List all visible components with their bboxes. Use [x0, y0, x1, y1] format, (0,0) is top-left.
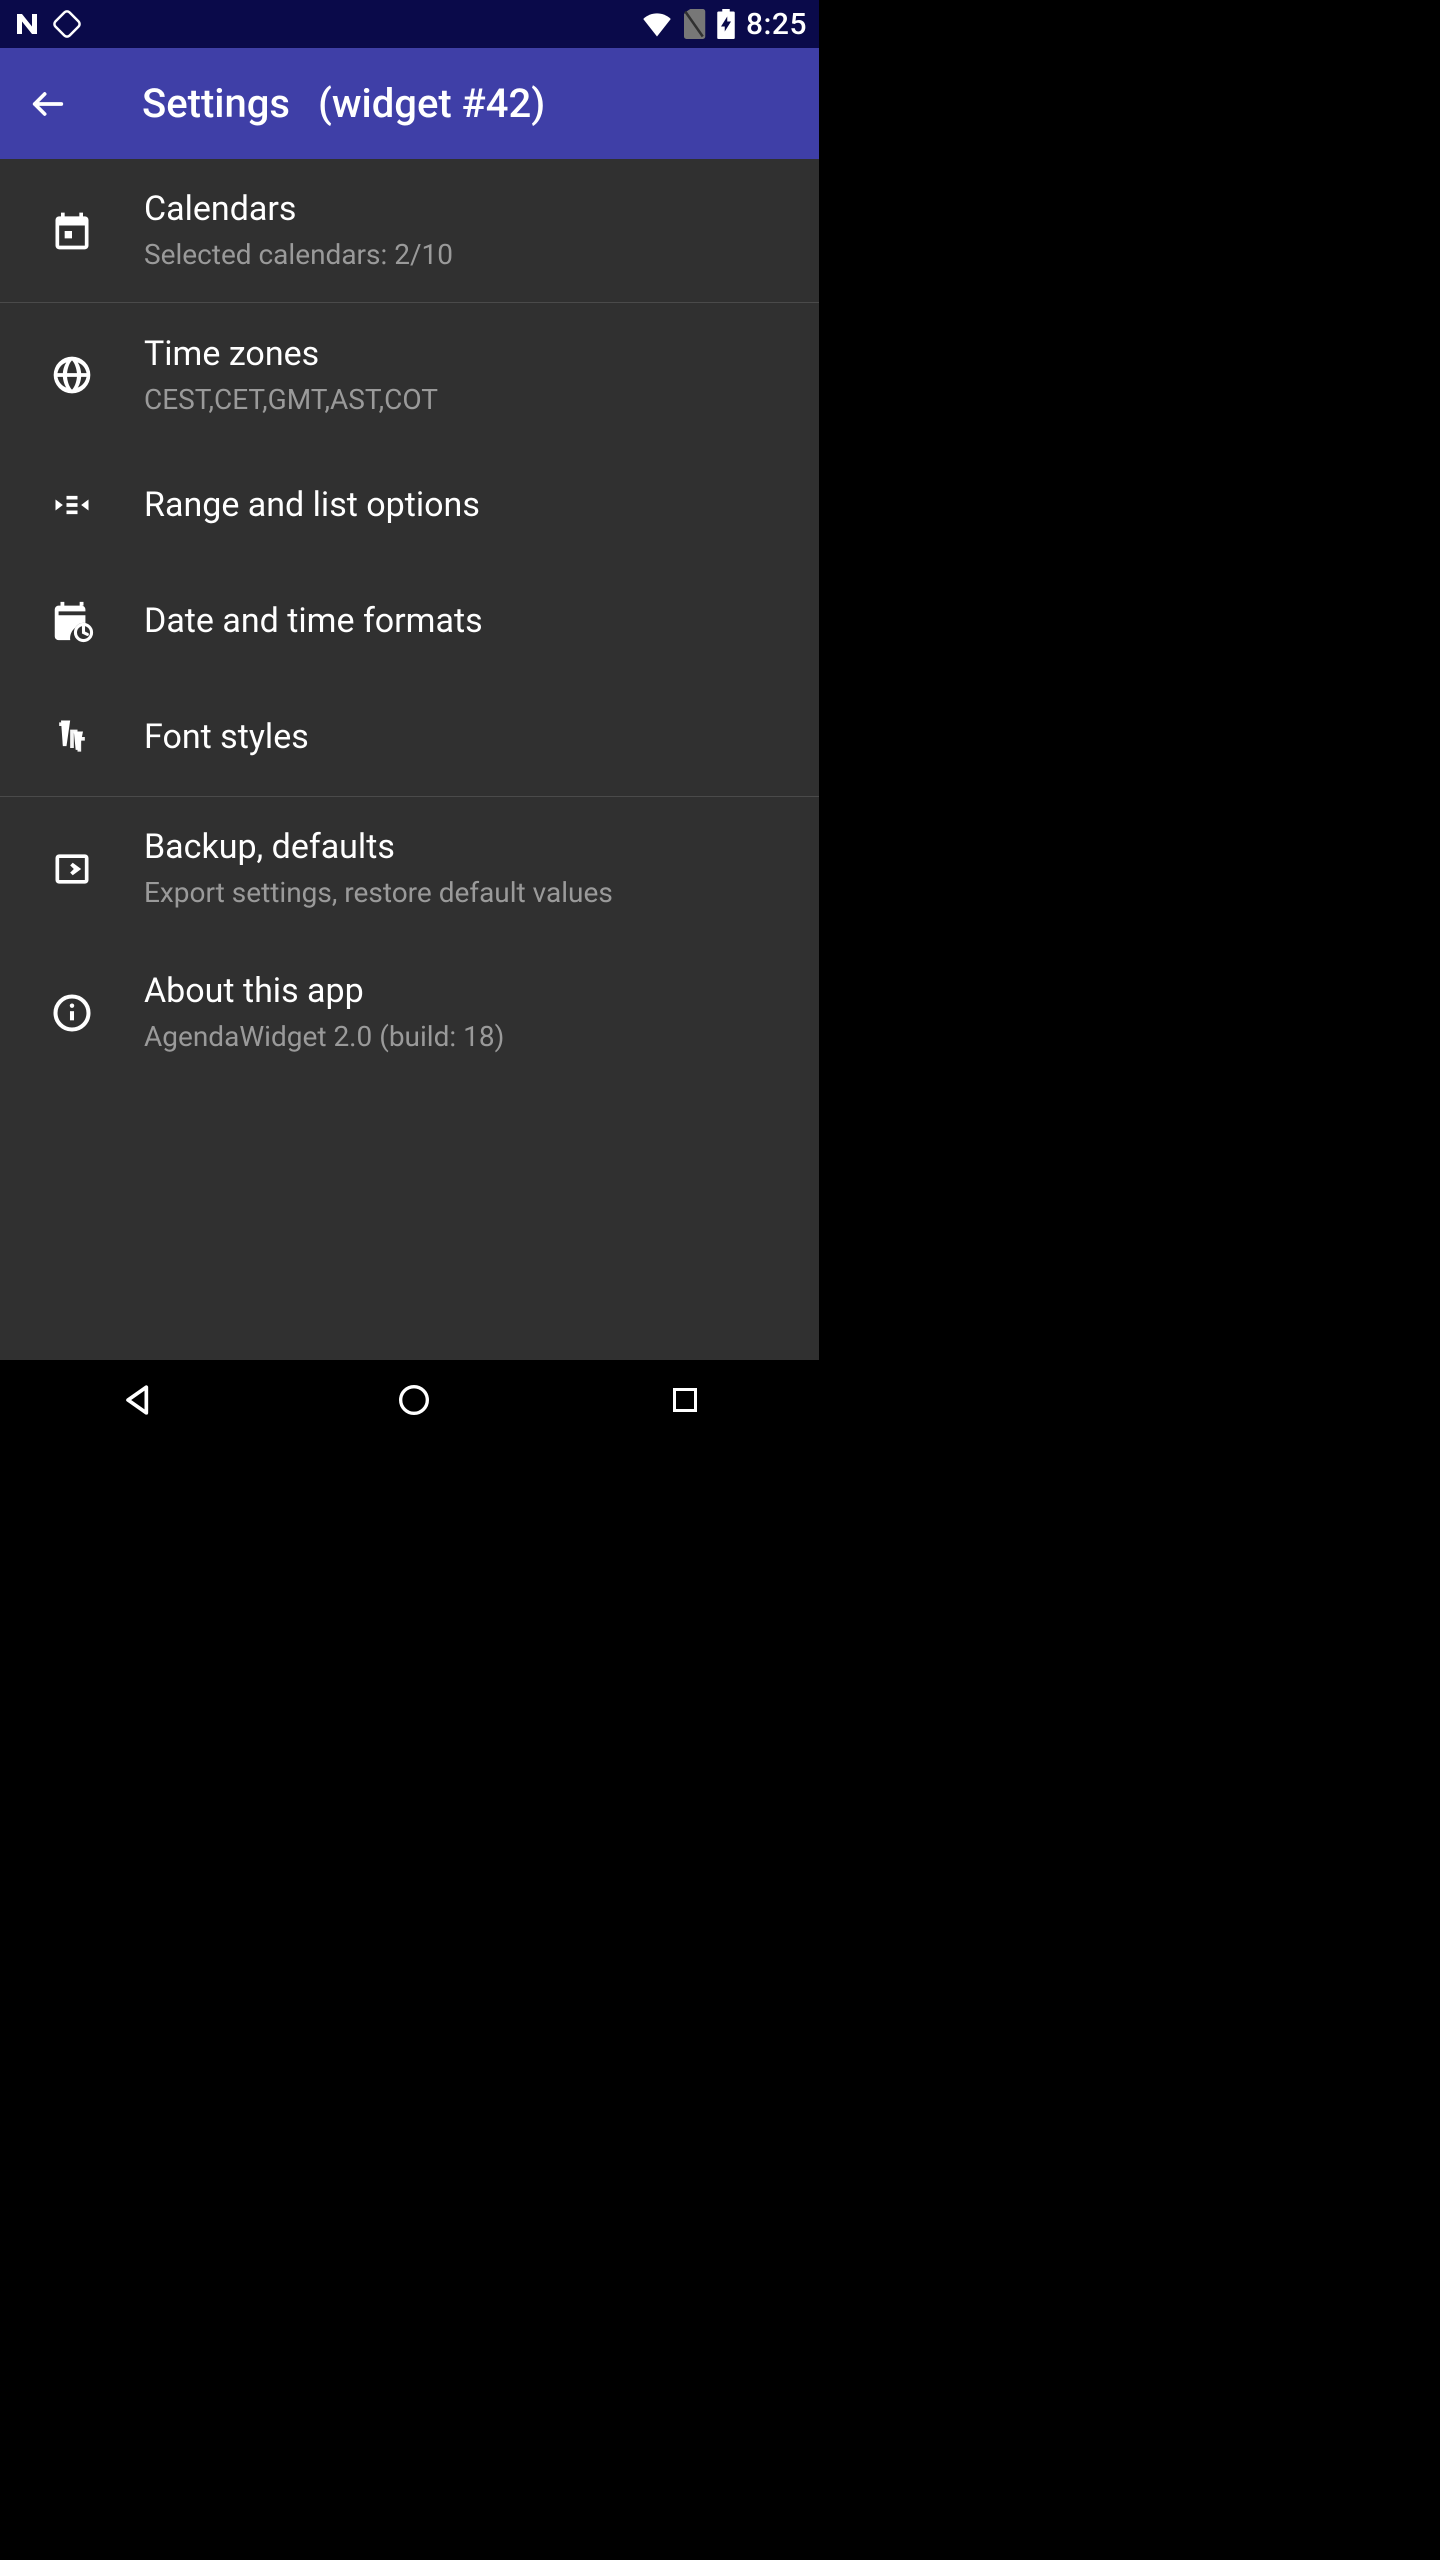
- calendar-clock-icon: [0, 598, 144, 644]
- status-bar: 8:25: [0, 0, 819, 48]
- settings-list: Calendars Selected calendars: 2/10 Time …: [0, 159, 819, 1360]
- nav-home-button[interactable]: [394, 1380, 434, 1420]
- battery-charging-icon: [716, 9, 736, 39]
- setting-date-time-formats[interactable]: Date and time formats: [0, 563, 819, 679]
- calendar-icon: [0, 209, 144, 253]
- export-icon: [0, 847, 144, 891]
- setting-about-app[interactable]: About this app AgendaWidget 2.0 (build: …: [0, 941, 819, 1085]
- n-logo-icon: [12, 9, 42, 39]
- title-main: Settings: [142, 80, 290, 127]
- setting-title: Range and list options: [144, 483, 803, 527]
- setting-subtitle: Selected calendars: 2/10: [144, 237, 803, 273]
- arrow-left-icon: [28, 84, 68, 124]
- setting-subtitle: CEST,CET,GMT,AST,COT: [144, 382, 803, 418]
- range-icon: [0, 483, 144, 527]
- wifi-icon: [642, 11, 672, 37]
- square-recent-icon: [667, 1382, 703, 1418]
- triangle-back-icon: [117, 1378, 161, 1422]
- setting-subtitle: AgendaWidget 2.0 (build: 18): [144, 1019, 803, 1055]
- title-widget-id: (widget #42): [318, 80, 545, 127]
- nav-back-button[interactable]: [117, 1378, 161, 1422]
- setting-title: Time zones: [144, 332, 803, 376]
- setting-calendars[interactable]: Calendars Selected calendars: 2/10: [0, 159, 819, 303]
- android-nav-bar: [0, 1360, 819, 1440]
- setting-title: Calendars: [144, 187, 803, 231]
- app-bar: Settings (widget #42): [0, 48, 819, 159]
- info-icon: [0, 991, 144, 1035]
- autorotate-icon: [52, 9, 82, 39]
- nav-recent-button[interactable]: [667, 1382, 703, 1418]
- setting-title: About this app: [144, 969, 803, 1013]
- setting-backup-defaults[interactable]: Backup, defaults Export settings, restor…: [0, 797, 819, 941]
- font-icon: [0, 715, 144, 759]
- back-button[interactable]: [28, 76, 84, 132]
- circle-home-icon: [394, 1380, 434, 1420]
- setting-title: Font styles: [144, 715, 803, 759]
- setting-time-zones[interactable]: Time zones CEST,CET,GMT,AST,COT: [0, 303, 819, 447]
- setting-range-list[interactable]: Range and list options: [0, 447, 819, 563]
- setting-title: Date and time formats: [144, 599, 803, 643]
- no-sim-icon: [682, 9, 706, 39]
- setting-title: Backup, defaults: [144, 825, 803, 869]
- status-clock: 8:25: [746, 7, 807, 42]
- globe-icon: [0, 353, 144, 397]
- setting-font-styles[interactable]: Font styles: [0, 679, 819, 796]
- page-title: Settings (widget #42): [142, 80, 545, 127]
- setting-subtitle: Export settings, restore default values: [144, 875, 803, 911]
